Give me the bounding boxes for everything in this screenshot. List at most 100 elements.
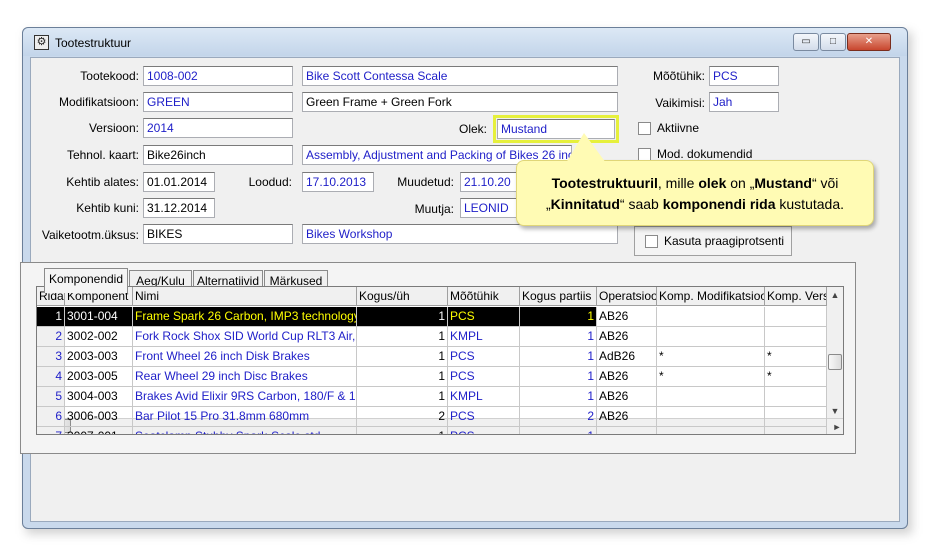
cell-col-komp-modifikatsioon[interactable] — [657, 327, 765, 347]
cell-col-nimi[interactable]: Brakes Avid Elixir 9RS Carbon, 180/F & 1… — [133, 387, 357, 407]
cell-col-mootuhik[interactable]: KMPL — [448, 327, 520, 347]
modifikatsioon-field[interactable]: GREEN — [143, 92, 293, 112]
cell-col-komp-modifikatsioon[interactable] — [657, 307, 765, 327]
cell-col-komp-versioon[interactable] — [765, 307, 827, 327]
tootekood-name-field[interactable]: Bike Scott Contessa Scale — [302, 66, 618, 86]
cell-col-kogus[interactable]: 1 — [357, 307, 448, 327]
tab-komponendid[interactable]: Komponendid — [44, 268, 128, 293]
cell-col-kogus[interactable]: 2 — [357, 407, 448, 427]
close-button[interactable]: ✕ — [847, 33, 891, 51]
scroll-up-icon[interactable]: ▲ — [827, 287, 843, 303]
muutja-field[interactable]: LEONID — [460, 198, 518, 218]
cell-col-nimi[interactable]: Front Wheel 26 inch Disk Brakes — [133, 347, 357, 367]
cell-col-komp-modifikatsioon[interactable] — [657, 427, 765, 434]
cell-col-komp-versioon[interactable]: * — [765, 367, 827, 387]
kehtib-alates-field[interactable]: 01.01.2014 — [143, 172, 215, 192]
vertical-scroll-thumb[interactable] — [828, 354, 842, 370]
cell-col-nimi[interactable]: Fork Rock Shox SID World Cup RLT3 Air, — [133, 327, 357, 347]
window-title: Tootestruktuur — [55, 36, 132, 50]
tootekood-field[interactable]: 1008-002 — [143, 66, 293, 86]
kehtib-kuni-field[interactable]: 31.12.2014 — [143, 198, 215, 218]
cell-col-kogus[interactable]: 1 — [357, 367, 448, 387]
cell-col-komponent[interactable]: 3007-001 — [65, 427, 133, 434]
cell-col-komp-versioon[interactable] — [765, 327, 827, 347]
cell-col-komponent[interactable]: 3002-002 — [65, 327, 133, 347]
vaikimisi-field[interactable]: Jah — [709, 92, 779, 112]
mootuhik-field[interactable]: PCS — [709, 66, 779, 86]
vertical-scrollbar[interactable]: ▲ ▼ — [826, 287, 843, 419]
header-col-komp-versioon[interactable]: Komp. Versioon — [765, 287, 827, 306]
cell-col-mootuhik[interactable]: PCS — [448, 427, 520, 434]
aktiivne-checkbox[interactable] — [638, 122, 651, 135]
cell-col-rida[interactable]: 1 — [37, 307, 65, 327]
modifikatsioon-name-field[interactable]: Green Frame + Green Fork — [302, 92, 618, 112]
title-bar[interactable]: ⚙ Tootestruktuur ▭ □ ✕ — [23, 28, 907, 56]
vaiketootm-field[interactable]: BIKES — [143, 224, 293, 244]
cell-col-nimi[interactable]: Bar Pilot 15 Pro 31.8mm 680mm — [133, 407, 357, 427]
cell-col-rida[interactable]: 5 — [37, 387, 65, 407]
muudetud-field[interactable]: 21.10.20 — [460, 172, 518, 192]
cell-col-operatsioon[interactable]: AB26 — [597, 327, 657, 347]
loodud-label: Loodud: — [248, 175, 292, 189]
header-col-nimi[interactable]: Nimi — [133, 287, 357, 306]
header-col-kogus-partiis[interactable]: Kogus partiis — [520, 287, 597, 306]
cell-col-operatsioon[interactable]: AdB26 — [597, 347, 657, 367]
cell-col-mootuhik[interactable]: PCS — [448, 367, 520, 387]
minimize-button[interactable]: ▭ — [793, 33, 819, 51]
cell-col-operatsioon[interactable]: AB26 — [597, 387, 657, 407]
cell-col-komp-modifikatsioon[interactable]: * — [657, 367, 765, 387]
cell-col-operatsioon[interactable]: AB26 — [597, 307, 657, 327]
cell-col-kogus-partiis[interactable]: 2 — [520, 407, 597, 427]
cell-col-komp-versioon[interactable] — [765, 427, 827, 434]
cell-col-komponent[interactable]: 2003-005 — [65, 367, 133, 387]
cell-col-kogus-partiis[interactable]: 1 — [520, 367, 597, 387]
header-col-komp-modifikatsioon[interactable]: Komp. Modifikatsioo — [657, 287, 765, 306]
header-col-mootuhik[interactable]: Mõõtühik — [448, 287, 520, 306]
cell-col-komp-versioon[interactable] — [765, 407, 827, 427]
cell-col-komp-versioon[interactable]: * — [765, 347, 827, 367]
cell-col-mootuhik[interactable]: PCS — [448, 407, 520, 427]
cell-col-komp-modifikatsioon[interactable]: * — [657, 347, 765, 367]
cell-col-komponent[interactable]: 3006-003 — [65, 407, 133, 427]
cell-col-komponent[interactable]: 3004-003 — [65, 387, 133, 407]
cell-col-operatsioon[interactable] — [597, 427, 657, 434]
tehnol-kaart-field[interactable]: Bike26inch — [143, 145, 293, 165]
cell-col-operatsioon[interactable]: AB26 — [597, 407, 657, 427]
components-grid[interactable]: ▲ ▼ ◄ ► RidaKomponentNimiKogus/ühMõõtühi… — [36, 286, 844, 435]
loodud-field[interactable]: 17.10.2013 — [302, 172, 374, 192]
cell-col-nimi[interactable]: Rear Wheel 29 inch Disc Brakes — [133, 367, 357, 387]
cell-col-rida[interactable]: 2 — [37, 327, 65, 347]
cell-col-mootuhik[interactable]: PCS — [448, 347, 520, 367]
cell-col-kogus-partiis[interactable]: 1 — [520, 347, 597, 367]
cell-col-komp-versioon[interactable] — [765, 387, 827, 407]
cell-col-rida[interactable]: 6 — [37, 407, 65, 427]
cell-col-kogus[interactable]: 1 — [357, 427, 448, 434]
cell-col-mootuhik[interactable]: KMPL — [448, 387, 520, 407]
cell-col-rida[interactable]: 3 — [37, 347, 65, 367]
cell-col-kogus[interactable]: 1 — [357, 347, 448, 367]
cell-col-komp-modifikatsioon[interactable] — [657, 407, 765, 427]
scroll-right-icon[interactable]: ► — [829, 419, 843, 434]
versioon-field[interactable]: 2014 — [143, 118, 293, 138]
cell-col-mootuhik[interactable]: PCS — [448, 307, 520, 327]
cell-col-nimi[interactable]: Frame Spark 26 Carbon, IMP3 technology, — [133, 307, 357, 327]
maximize-button[interactable]: □ — [820, 33, 846, 51]
cell-col-komponent[interactable]: 2003-003 — [65, 347, 133, 367]
cell-col-kogus-partiis[interactable]: 1 — [520, 427, 597, 434]
cell-col-kogus-partiis[interactable]: 1 — [520, 307, 597, 327]
cell-col-rida[interactable]: 4 — [37, 367, 65, 387]
vaiketootm-name-field[interactable]: Bikes Workshop — [302, 224, 618, 244]
cell-col-kogus-partiis[interactable]: 1 — [520, 387, 597, 407]
header-col-kogus[interactable]: Kogus/üh — [357, 287, 448, 306]
scroll-down-icon[interactable]: ▼ — [827, 403, 843, 419]
cell-col-operatsioon[interactable]: AB26 — [597, 367, 657, 387]
cell-col-komp-modifikatsioon[interactable] — [657, 387, 765, 407]
cell-col-kogus[interactable]: 1 — [357, 387, 448, 407]
cell-col-rida[interactable]: 7 — [37, 427, 65, 434]
cell-col-komponent[interactable]: 3001-004 — [65, 307, 133, 327]
cell-col-kogus[interactable]: 1 — [357, 327, 448, 347]
cell-col-kogus-partiis[interactable]: 1 — [520, 327, 597, 347]
kasuta-praagiprotsenti-checkbox[interactable] — [645, 235, 658, 248]
cell-col-nimi[interactable]: Seatclamp Stubby Spark-Scale std — [133, 427, 357, 434]
header-col-operatsioon[interactable]: Operatsioo — [597, 287, 657, 306]
